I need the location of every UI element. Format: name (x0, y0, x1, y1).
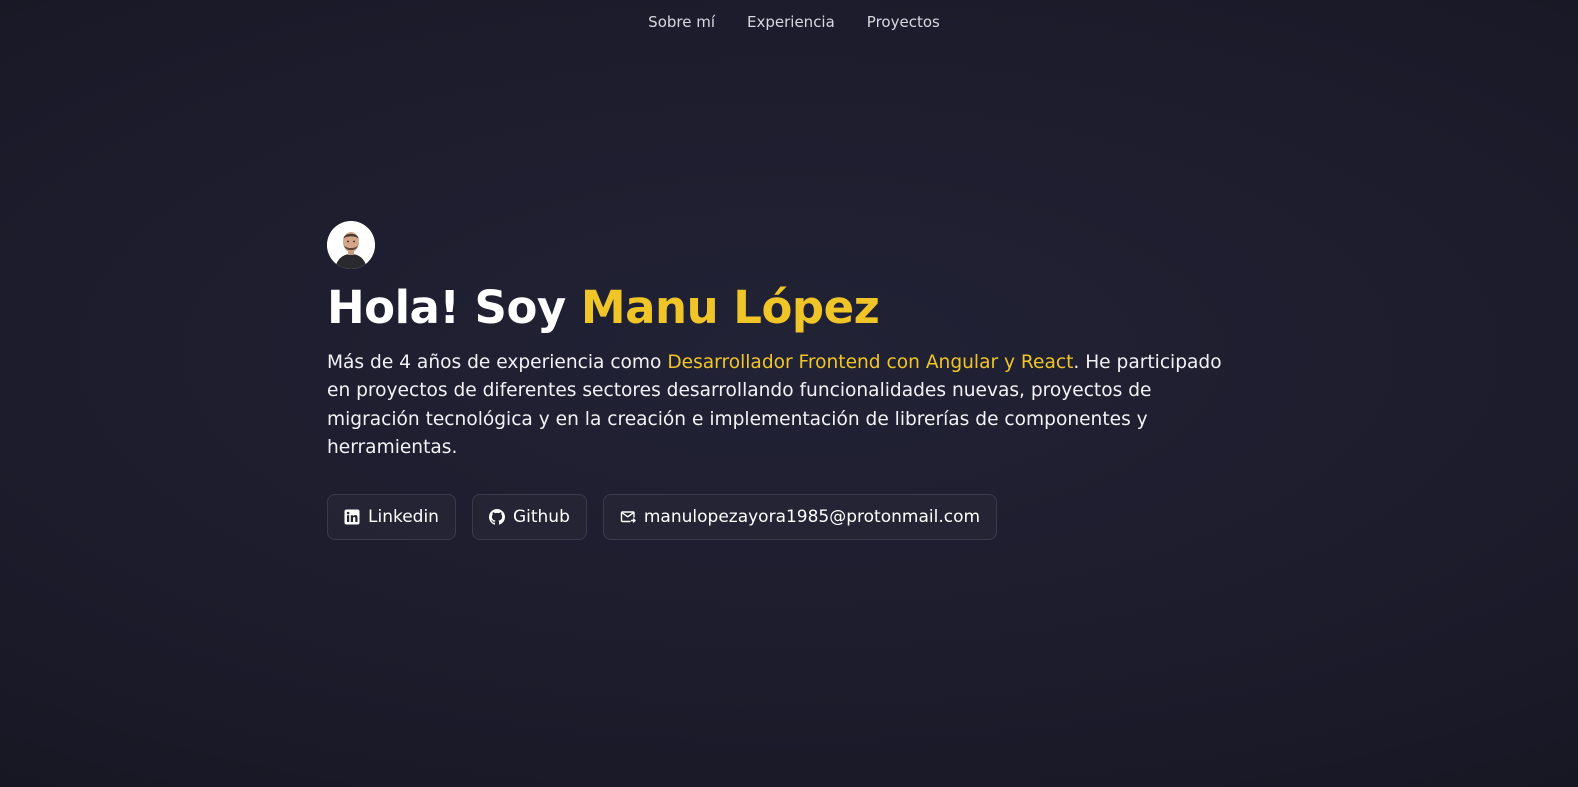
hero-title-name: Manu López (580, 281, 880, 334)
nav-link-proyectos[interactable]: Proyectos (867, 13, 940, 31)
github-label: Github (512, 507, 570, 528)
email-label: manulopezayora1985@protonmail.com (643, 507, 981, 528)
hero-title-prefix: Hola! Soy (327, 281, 581, 334)
avatar (327, 221, 375, 269)
social-links: Linkedin Github manulopezayora1985@proto… (327, 494, 1237, 541)
top-nav: Sobre mí Experiencia Proyectos (0, 0, 1578, 44)
github-button[interactable]: Github (471, 494, 587, 541)
bio-text-before: Más de 4 años de experiencia como (327, 352, 668, 373)
github-icon (488, 509, 505, 525)
hero-section: Hola! Soy Manu López Más de 4 años de ex… (327, 221, 1237, 541)
mail-icon (620, 509, 636, 525)
nav-link-sobre-mi[interactable]: Sobre mí (648, 13, 715, 31)
bio-highlight: Desarrollador Frontend con Angular y Rea… (667, 352, 1074, 373)
email-button[interactable]: manulopezayora1985@protonmail.com (602, 494, 998, 541)
linkedin-label: Linkedin (368, 507, 439, 528)
hero-bio: Más de 4 años de experiencia como Desarr… (327, 349, 1232, 462)
linkedin-icon (344, 509, 360, 525)
hero-title: Hola! Soy Manu López (327, 281, 1237, 335)
nav-link-experiencia[interactable]: Experiencia (747, 13, 835, 31)
linkedin-button[interactable]: Linkedin (327, 494, 456, 541)
